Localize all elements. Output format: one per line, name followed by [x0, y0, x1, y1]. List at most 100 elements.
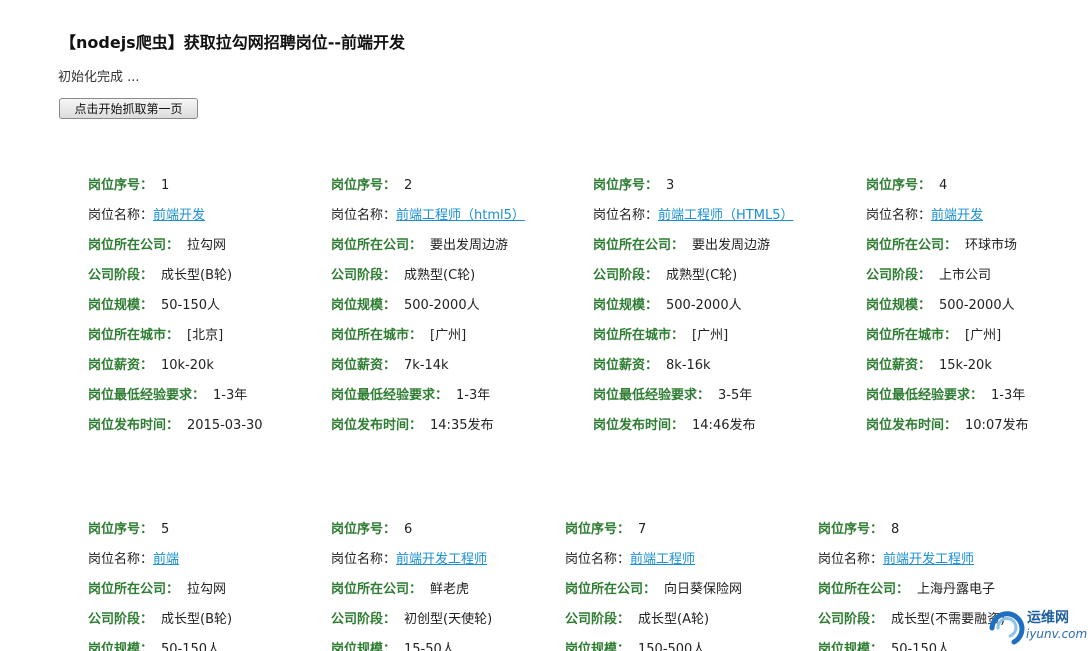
job-name-link[interactable]: 前端	[153, 552, 179, 567]
job-card: 岗位序号： 3 岗位名称：前端工程师（HTML5） 岗位所在公司： 要出发周边游 公…	[593, 171, 843, 441]
job-scale-row: 岗位规模： 500-2000人	[866, 291, 1088, 321]
job-city-value: [广州]	[430, 328, 467, 343]
job-stage-label: 公司阶段：	[818, 612, 884, 627]
job-name-label: 岗位名称：	[565, 552, 631, 567]
job-scale-row: 岗位规模： 500-2000人	[593, 291, 843, 321]
job-company-row: 岗位所在公司： 鲜老虎	[331, 575, 581, 605]
status-text: 初始化完成 ...	[58, 70, 140, 85]
job-company-row: 岗位所在公司： 要出发周边游	[593, 231, 843, 261]
job-stage-row: 公司阶段： 成熟型(C轮)	[331, 261, 581, 291]
job-company-row: 岗位所在公司： 上海丹露电子	[818, 575, 1068, 605]
job-company-row: 岗位所在公司： 环球市场	[866, 231, 1088, 261]
job-company-value: 要出发周边游	[430, 238, 509, 253]
job-name-label: 岗位名称：	[818, 552, 884, 567]
job-stage-value: 初创型(天使轮)	[404, 612, 493, 627]
job-publish-label: 岗位发布时间：	[331, 418, 423, 433]
job-experience-value: 1-3年	[213, 388, 248, 403]
job-index-value: 4	[939, 178, 948, 193]
job-salary-value: 10k-20k	[161, 358, 214, 373]
job-name-link[interactable]: 前端开发工程师	[396, 552, 487, 567]
job-name-row: 岗位名称：前端开发工程师	[331, 545, 581, 575]
job-scale-value: 500-2000人	[939, 298, 1015, 313]
job-experience-label: 岗位最低经验要求：	[866, 388, 984, 403]
job-publish-value: 2015-03-30	[187, 418, 263, 433]
job-company-label: 岗位所在公司：	[866, 238, 958, 253]
job-name-link[interactable]: 前端开发	[931, 208, 983, 223]
job-scale-label: 岗位规模：	[818, 642, 884, 651]
job-index-value: 7	[638, 522, 647, 537]
job-salary-label: 岗位薪资：	[88, 358, 154, 373]
job-stage-row: 公司阶段： 上市公司	[866, 261, 1088, 291]
job-name-label: 岗位名称：	[88, 552, 154, 567]
job-company-label: 岗位所在公司：	[331, 238, 423, 253]
job-stage-row: 公司阶段： 成熟型(C轮)	[593, 261, 843, 291]
job-index-value: 3	[666, 178, 675, 193]
job-city-label: 岗位所在城市：	[866, 328, 958, 343]
job-index-label: 岗位序号：	[866, 178, 932, 193]
job-stage-value: 成长型(B轮)	[161, 612, 233, 627]
job-company-value: 拉勾网	[187, 238, 227, 253]
job-scale-value: 500-2000人	[666, 298, 742, 313]
job-index-row: 岗位序号： 8	[818, 515, 1068, 545]
job-name-label: 岗位名称：	[88, 208, 154, 223]
job-experience-label: 岗位最低经验要求：	[331, 388, 449, 403]
job-salary-value: 7k-14k	[404, 358, 449, 373]
job-name-link[interactable]: 前端开发	[153, 208, 205, 223]
job-stage-value: 成熟型(C轮)	[404, 268, 476, 283]
job-stage-row: 公司阶段： 成长型(A轮)	[565, 605, 815, 635]
job-company-value: 上海丹露电子	[917, 582, 996, 597]
job-scale-row: 岗位规模： 500-2000人	[331, 291, 581, 321]
job-city-value: [北京]	[187, 328, 224, 343]
job-name-label: 岗位名称：	[593, 208, 659, 223]
job-scale-row: 岗位规模： 150-500人	[565, 635, 815, 651]
job-card: 岗位序号： 6 岗位名称：前端开发工程师 岗位所在公司： 鲜老虎 公司阶段： 初创型(…	[331, 515, 581, 651]
job-name-link[interactable]: 前端工程师（html5）	[396, 208, 525, 223]
job-name-link[interactable]: 前端工程师（HTML5）	[658, 208, 793, 223]
job-stage-value: 上市公司	[939, 268, 992, 283]
job-experience-label: 岗位最低经验要求：	[593, 388, 711, 403]
job-card: 岗位序号： 7 岗位名称：前端工程师 岗位所在公司： 向日葵保险网 公司阶段： 成长型…	[565, 515, 815, 651]
job-city-row: 岗位所在城市： [广州]	[331, 321, 581, 351]
job-city-row: 岗位所在城市： [广州]	[866, 321, 1088, 351]
job-company-label: 岗位所在公司：	[331, 582, 423, 597]
job-stage-label: 公司阶段：	[866, 268, 932, 283]
job-company-row: 岗位所在公司： 拉勾网	[88, 231, 338, 261]
job-company-row: 岗位所在公司： 要出发周边游	[331, 231, 581, 261]
job-city-label: 岗位所在城市：	[331, 328, 423, 343]
job-index-value: 6	[404, 522, 413, 537]
job-scale-label: 岗位规模：	[331, 298, 397, 313]
site-watermark: 运维网 iyunv.com	[984, 605, 1088, 651]
job-card: 岗位序号： 2 岗位名称：前端工程师（html5） 岗位所在公司： 要出发周边游 公…	[331, 171, 581, 441]
job-name-label: 岗位名称：	[866, 208, 932, 223]
job-experience-row: 岗位最低经验要求： 3-5年	[593, 381, 843, 411]
job-salary-label: 岗位薪资：	[593, 358, 659, 373]
job-experience-row: 岗位最低经验要求： 1-3年	[88, 381, 338, 411]
job-salary-row: 岗位薪资： 7k-14k	[331, 351, 581, 381]
start-crawl-button[interactable]: 点击开始抓取第一页	[59, 98, 198, 119]
job-experience-value: 3-5年	[718, 388, 753, 403]
job-index-label: 岗位序号：	[331, 178, 397, 193]
job-company-row: 岗位所在公司： 拉勾网	[88, 575, 338, 605]
job-index-value: 8	[891, 522, 900, 537]
job-card: 岗位序号： 5 岗位名称：前端 岗位所在公司： 拉勾网 公司阶段： 成长型(B轮) 岗…	[88, 515, 338, 651]
job-stage-label: 公司阶段：	[88, 612, 154, 627]
job-index-value: 5	[161, 522, 170, 537]
job-city-value: [广州]	[965, 328, 1002, 343]
job-name-row: 岗位名称：前端开发工程师	[818, 545, 1068, 575]
page-title: 【nodejs爬虫】获取拉勾网招聘岗位--前端开发	[60, 33, 405, 52]
job-name-link[interactable]: 前端工程师	[630, 552, 695, 567]
job-scale-value: 15-50人	[404, 642, 455, 651]
job-name-link[interactable]: 前端开发工程师	[883, 552, 974, 567]
job-city-label: 岗位所在城市：	[88, 328, 180, 343]
job-scale-row: 岗位规模： 50-150人	[88, 291, 338, 321]
job-city-label: 岗位所在城市：	[593, 328, 685, 343]
job-scale-label: 岗位规模：	[88, 298, 154, 313]
job-scale-row: 岗位规模： 50-150人	[88, 635, 338, 651]
job-company-label: 岗位所在公司：	[88, 238, 180, 253]
job-scale-value: 500-2000人	[404, 298, 480, 313]
job-index-row: 岗位序号： 6	[331, 515, 581, 545]
job-card: 岗位序号： 1 岗位名称：前端开发 岗位所在公司： 拉勾网 公司阶段： 成长型(B轮)…	[88, 171, 338, 441]
job-experience-row: 岗位最低经验要求： 1-3年	[866, 381, 1088, 411]
job-stage-value: 成熟型(C轮)	[666, 268, 738, 283]
job-experience-value: 1-3年	[456, 388, 491, 403]
